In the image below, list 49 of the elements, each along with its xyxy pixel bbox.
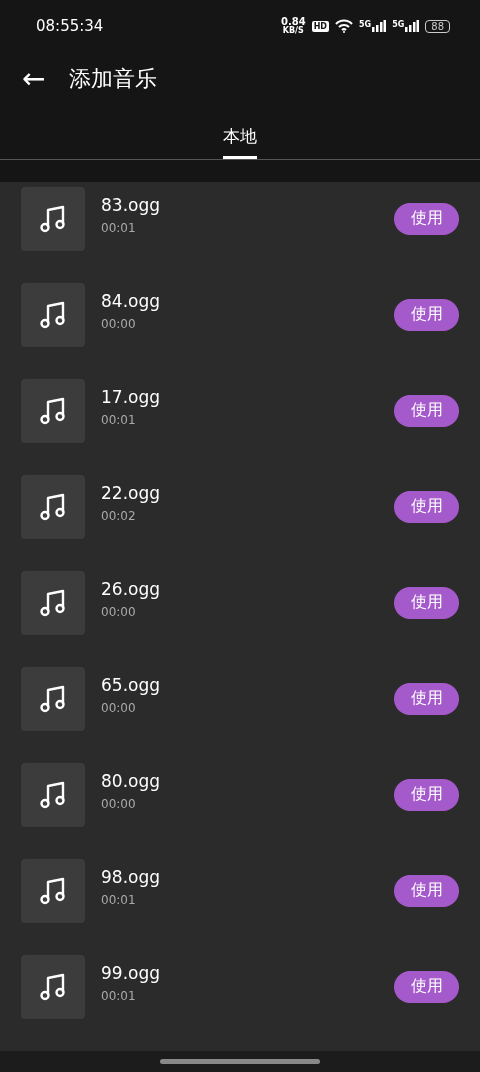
use-button[interactable]: 使用 <box>394 298 459 331</box>
wifi-icon <box>335 19 353 34</box>
hd-badge: HD <box>311 20 329 32</box>
music-note-icon <box>40 300 66 329</box>
track-name: 22.ogg <box>101 482 162 503</box>
track-duration: 00:01 <box>101 412 137 427</box>
track-duration: 00:01 <box>101 892 137 907</box>
track-duration: 00:01 <box>101 988 137 1003</box>
use-button[interactable]: 使用 <box>394 490 459 523</box>
tab[interactable]: 本地 <box>223 106 257 159</box>
music-note-icon <box>40 684 66 713</box>
track-duration: 00:02 <box>101 508 137 523</box>
music-note-icon <box>40 780 66 809</box>
music-note-icon <box>40 588 66 617</box>
signal-icon <box>372 20 387 33</box>
track-name: 26.ogg <box>101 578 162 599</box>
battery-indicator: 88 <box>425 19 450 33</box>
track-duration: 00:00 <box>101 700 137 715</box>
track-name: 80.ogg <box>101 770 162 791</box>
track-duration: 00:01 <box>101 220 137 235</box>
use-button[interactable]: 使用 <box>394 586 459 619</box>
track-duration: 00:00 <box>101 796 137 811</box>
track-name: 98.ogg <box>101 866 162 887</box>
music-note-icon <box>40 492 66 521</box>
track-name: 65.ogg <box>101 674 162 695</box>
use-button[interactable]: 使用 <box>394 778 459 811</box>
status-time: 08:55:34 <box>36 17 104 36</box>
music-note-icon <box>40 396 66 425</box>
use-button[interactable]: 使用 <box>394 202 459 235</box>
network-type: 5G <box>359 20 372 30</box>
back-button[interactable]: ← <box>22 65 46 94</box>
network-type: 5G <box>392 20 405 30</box>
use-button[interactable]: 使用 <box>394 682 459 715</box>
use-button[interactable]: 使用 <box>394 970 459 1003</box>
music-note-icon <box>40 204 66 233</box>
track-name: 17.ogg <box>101 386 162 407</box>
network-speed: 0.84 <box>280 17 306 28</box>
music-note-icon <box>40 876 66 905</box>
track-name: 83.ogg <box>101 194 162 215</box>
page-title: 添加音乐 <box>69 65 158 94</box>
track-name: 99.ogg <box>101 962 162 983</box>
use-button[interactable]: 使用 <box>394 874 459 907</box>
music-note-icon <box>40 972 66 1001</box>
track-duration: 00:00 <box>101 316 137 331</box>
use-button[interactable]: 使用 <box>394 394 459 427</box>
track-duration: 00:00 <box>101 604 137 619</box>
track-name: 84.ogg <box>101 290 162 311</box>
speed-unit: KB/S <box>282 27 304 36</box>
signal-icon <box>405 20 420 33</box>
